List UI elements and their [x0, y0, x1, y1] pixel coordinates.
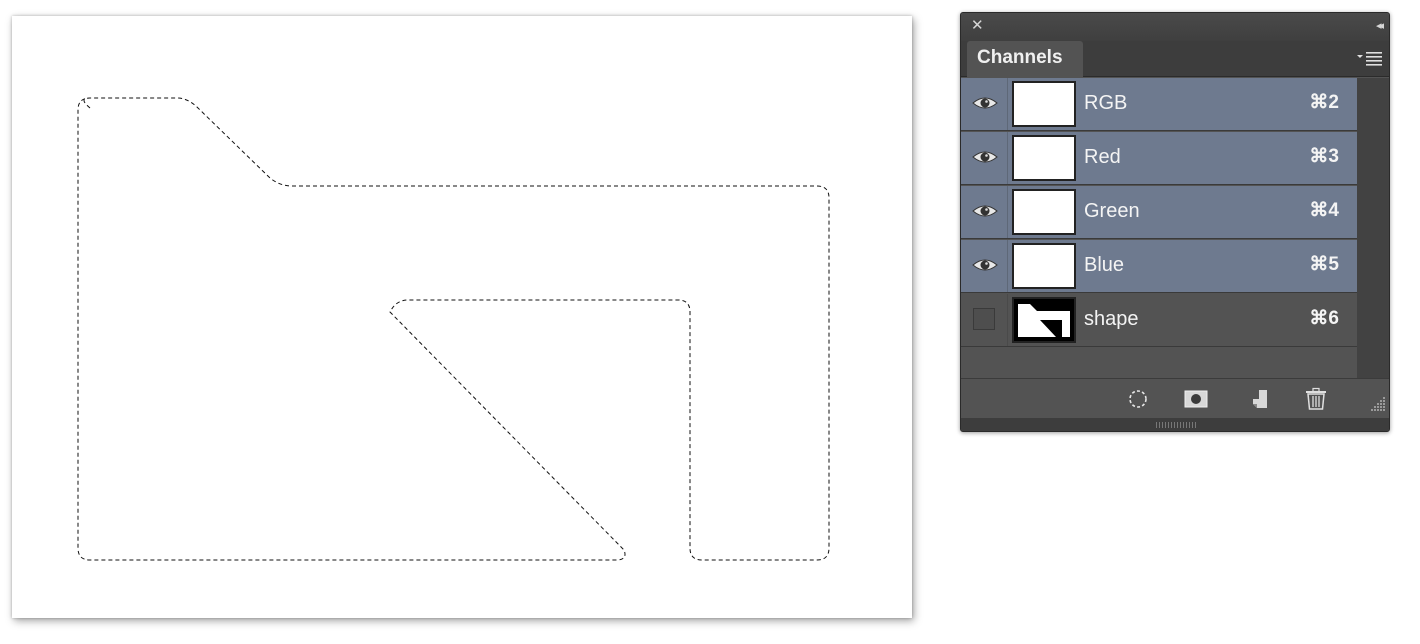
save-selection-icon[interactable]	[1183, 387, 1209, 411]
new-channel-icon[interactable]	[1247, 387, 1273, 411]
channel-thumbnail	[1012, 243, 1076, 289]
collapse-icon[interactable]: ◂◂	[1376, 18, 1384, 34]
channel-thumbnail	[1012, 81, 1076, 127]
row-separator	[1007, 186, 1008, 238]
channel-shortcut: ⌘2	[1309, 92, 1339, 113]
channel-name: Green	[1084, 200, 1140, 222]
selection-marquee	[77, 97, 830, 561]
trash-icon[interactable]	[1303, 387, 1329, 411]
channel-row-rgb[interactable]: RGB ⌘2	[961, 78, 1357, 131]
row-separator	[1007, 294, 1008, 346]
channel-row-red[interactable]: Red ⌘3	[961, 132, 1357, 185]
channel-row-green[interactable]: Green ⌘4	[961, 186, 1357, 239]
channel-thumbnail	[1012, 297, 1076, 343]
channel-name: RGB	[1084, 92, 1128, 114]
channel-shortcut: ⌘5	[1309, 254, 1339, 275]
eye-icon[interactable]	[971, 147, 999, 167]
channel-shortcut: ⌘4	[1309, 200, 1339, 221]
row-separator	[1007, 132, 1008, 184]
channel-name: shape	[1084, 308, 1139, 330]
channel-row-shape[interactable]: shape ⌘6	[961, 294, 1357, 347]
channel-shortcut: ⌘6	[1309, 308, 1339, 329]
close-icon[interactable]: ✕	[971, 18, 984, 34]
row-separator	[1007, 240, 1008, 292]
row-separator	[1007, 78, 1008, 130]
eye-icon[interactable]	[971, 255, 999, 275]
visibility-toggle[interactable]	[973, 308, 995, 330]
load-selection-icon[interactable]	[1125, 387, 1151, 411]
channels-panel: ✕ ◂◂ Channels RGB ⌘2 Red ⌘3 Green ⌘4 Blu…	[960, 12, 1390, 432]
document-canvas[interactable]	[12, 16, 912, 618]
folder-mask-thumbnail	[1018, 304, 1070, 337]
channel-shortcut: ⌘3	[1309, 146, 1339, 167]
panel-footer	[961, 378, 1389, 418]
channel-row-blue[interactable]: Blue ⌘5	[961, 240, 1357, 293]
drag-grip-icon[interactable]	[1156, 422, 1196, 428]
panel-titlebar: ✕ ◂◂	[961, 13, 1389, 41]
channel-thumbnail	[1012, 189, 1076, 235]
eye-icon[interactable]	[971, 201, 999, 221]
tab-channels[interactable]: Channels	[967, 41, 1083, 77]
panel-tab-row: Channels	[961, 41, 1389, 77]
panel-dock-bar[interactable]	[961, 418, 1389, 431]
panel-scrollbar[interactable]	[1357, 78, 1389, 378]
panel-menu-icon[interactable]	[1357, 50, 1383, 68]
channel-thumbnail	[1012, 135, 1076, 181]
channel-list: RGB ⌘2 Red ⌘3 Green ⌘4 Blue ⌘5 shape ⌘6	[961, 78, 1357, 378]
channel-name: Blue	[1084, 254, 1125, 276]
resize-grip-icon[interactable]	[1367, 393, 1387, 413]
channel-name: Red	[1084, 146, 1121, 168]
eye-icon[interactable]	[971, 93, 999, 113]
